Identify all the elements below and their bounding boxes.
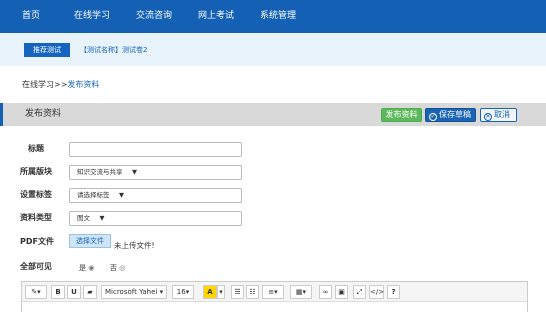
font-family-value: Microsoft Yahei bbox=[105, 288, 158, 296]
tag-label: 设置标签 bbox=[20, 190, 52, 199]
visible-label: 全部可见 bbox=[20, 262, 52, 271]
code-view-icon[interactable]: </> bbox=[369, 285, 384, 299]
breadcrumb-current: 发布资料 bbox=[67, 80, 100, 89]
publish-label: 发布资料 bbox=[385, 110, 418, 119]
radio-checked-icon: ◉ bbox=[88, 264, 95, 272]
nav-system-admin[interactable]: 系统管理 bbox=[260, 0, 296, 33]
nav-home[interactable]: 首页 bbox=[22, 0, 40, 33]
tag-select-value: 请选择标签 bbox=[77, 191, 110, 199]
top-navigation: 首页 在线学习 交流咨询 网上考试 系统管理 bbox=[0, 0, 546, 33]
paragraph-align-icon[interactable]: ≡▾ bbox=[262, 285, 284, 299]
visible-no-option[interactable]: 否 ◎ bbox=[110, 263, 125, 273]
link-icon[interactable]: ∞ bbox=[319, 285, 332, 299]
save-draft-label: 保存草稿 bbox=[439, 110, 471, 119]
breadcrumb-separator: >> bbox=[54, 80, 68, 89]
font-family-select[interactable]: Microsoft Yahei ▾ bbox=[101, 285, 167, 299]
section-select[interactable]: 知识交流与共享 ▼ bbox=[69, 165, 242, 180]
panel-header: 发布资料 发布资料 ✓ 保存草稿 ✕ 取消 bbox=[0, 103, 546, 126]
font-size-select[interactable]: 16▾ bbox=[172, 285, 194, 299]
recommended-test-link[interactable]: 【测试名称】测试卷2 bbox=[80, 43, 147, 57]
underline-button[interactable]: U bbox=[67, 285, 81, 299]
visible-yes-option[interactable]: 是 ◉ bbox=[79, 263, 94, 273]
cancel-label: 取消 bbox=[494, 110, 510, 119]
chevron-down-icon: ▼ bbox=[99, 214, 105, 222]
nav-online-exam[interactable]: 网上考试 bbox=[198, 0, 234, 33]
check-circle-icon: ✓ bbox=[429, 113, 437, 121]
chevron-down-icon: ▼ bbox=[119, 191, 125, 199]
type-select-value: 图文 bbox=[77, 214, 90, 222]
font-size-value: 16 bbox=[176, 288, 186, 296]
pdf-label: PDF文件 bbox=[20, 237, 54, 246]
magic-style-icon[interactable]: ✎▾ bbox=[25, 285, 47, 299]
recommendation-bar: 推荐测试 【测试名称】测试卷2 bbox=[0, 33, 546, 66]
panel-title: 发布资料 bbox=[25, 109, 62, 119]
save-draft-button[interactable]: ✓ 保存草稿 bbox=[425, 108, 476, 122]
cancel-button[interactable]: ✕ 取消 bbox=[480, 108, 517, 122]
unordered-list-icon[interactable]: ☰ bbox=[231, 285, 244, 299]
fullscreen-icon[interactable]: ⤢ bbox=[353, 285, 366, 299]
type-label: 资料类型 bbox=[20, 213, 52, 222]
tag-select[interactable]: 请选择标签 ▼ bbox=[69, 188, 242, 203]
nav-online-learning[interactable]: 在线学习 bbox=[74, 0, 110, 33]
section-select-value: 知识交流与共享 bbox=[77, 168, 123, 176]
nav-consultation[interactable]: 交流咨询 bbox=[136, 0, 172, 33]
editor-toolbar: ✎▾ B U ▰ Microsoft Yahei ▾ 16▾ A ▾ ☰ ☷ ≡… bbox=[22, 282, 527, 302]
picture-icon[interactable]: ▣ bbox=[335, 285, 348, 299]
visible-yes-label: 是 bbox=[79, 264, 86, 272]
breadcrumb-parent[interactable]: 在线学习 bbox=[22, 80, 54, 89]
breadcrumb: 在线学习>>发布资料 bbox=[22, 79, 99, 90]
rich-text-editor: ✎▾ B U ▰ Microsoft Yahei ▾ 16▾ A ▾ ☰ ☷ ≡… bbox=[21, 281, 528, 312]
radio-unchecked-icon: ◎ bbox=[119, 264, 126, 272]
highlight-color-button[interactable]: A bbox=[203, 285, 217, 299]
section-label: 所属版块 bbox=[20, 167, 52, 176]
chevron-down-icon: ▼ bbox=[132, 168, 138, 176]
file-status: 未上传文件! bbox=[114, 241, 155, 250]
eraser-icon[interactable]: ▰ bbox=[83, 285, 97, 299]
visible-no-label: 否 bbox=[110, 264, 117, 272]
title-input[interactable] bbox=[69, 142, 242, 157]
bold-button[interactable]: B bbox=[51, 285, 65, 299]
publish-button[interactable]: 发布资料 bbox=[381, 108, 422, 122]
table-icon[interactable]: ▦▾ bbox=[290, 285, 312, 299]
choose-file-button[interactable]: 选择文件 bbox=[69, 234, 111, 248]
close-circle-icon: ✕ bbox=[484, 113, 492, 121]
recommended-test-badge: 推荐测试 bbox=[24, 43, 70, 57]
type-select[interactable]: 图文 ▼ bbox=[69, 211, 242, 226]
title-input-value bbox=[70, 145, 77, 153]
help-button[interactable]: ? bbox=[387, 285, 400, 299]
ordered-list-icon[interactable]: ☷ bbox=[246, 285, 259, 299]
title-label: 标题 bbox=[28, 144, 44, 153]
highlight-dropdown-icon[interactable]: ▾ bbox=[217, 285, 225, 299]
